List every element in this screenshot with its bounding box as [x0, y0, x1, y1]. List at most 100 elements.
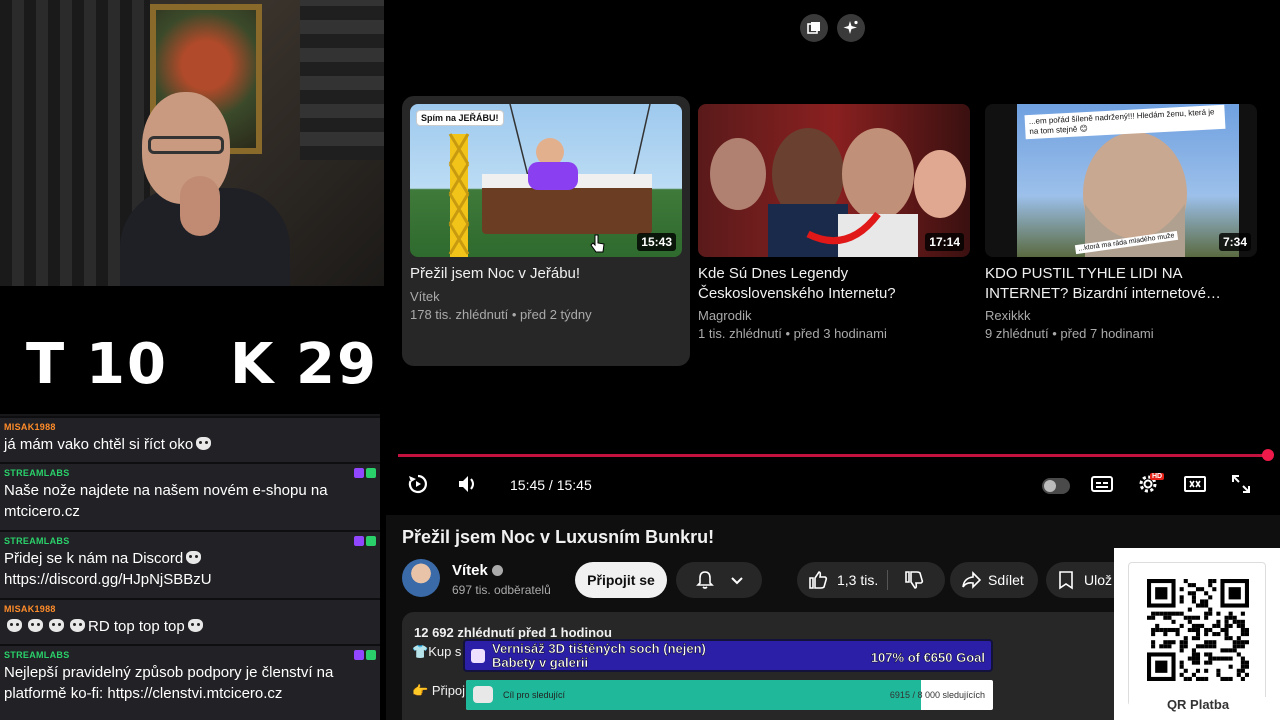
- end-card-thumbnail[interactable]: 17:14: [698, 104, 970, 257]
- chevron-down-icon: [731, 577, 743, 585]
- video-title: Přežil jsem Noc v Luxusním Bunkru!: [402, 527, 715, 547]
- emote-icon: [49, 619, 64, 632]
- qr-label: QR Platba: [1129, 697, 1267, 712]
- verified-badge-icon: [366, 650, 376, 660]
- duration-badge: 15:43: [637, 233, 676, 251]
- thumbs-down-icon[interactable]: [903, 569, 925, 591]
- view-stats: 12 692 zhlédnutí před 1 hodinou: [414, 625, 612, 640]
- follower-goal-bar: Cíl pro sledující 6915 / 8 000 sledující…: [466, 680, 993, 710]
- join-button[interactable]: Připojit se: [575, 562, 667, 598]
- pointer-cursor-icon: [590, 234, 605, 253]
- chat-username: MISAK1988: [4, 604, 56, 614]
- volume-icon[interactable]: [456, 472, 480, 496]
- emote-icon: [28, 619, 43, 632]
- qr-payment-panel: QR Platba: [1114, 548, 1280, 720]
- chat-text: Nejlepší pravidelný způsob podpory je čl…: [4, 664, 334, 702]
- sparkle-icon[interactable]: [837, 14, 865, 42]
- hd-badge: HD: [1150, 473, 1165, 480]
- fullscreen-icon[interactable]: [1229, 472, 1253, 496]
- chat-message: MISAK1988 já mám vako chtěl si říct oko: [0, 416, 380, 462]
- end-card-channel[interactable]: Vítek: [410, 289, 440, 304]
- chat-text: Naše nože najdete na našem novém e-shopu…: [4, 482, 328, 520]
- replay-icon[interactable]: [406, 472, 430, 496]
- goal-progress: 6915 / 8 000 sledujících: [889, 690, 985, 700]
- chat-link[interactable]: https://discord.gg/HJpNjSBBzU: [4, 571, 212, 588]
- verified-badge-icon: [366, 468, 376, 478]
- end-card-meta: 9 zhlédnutí • před 7 hodinami: [985, 326, 1154, 341]
- autoplay-toggle[interactable]: [1042, 478, 1070, 494]
- score-k-value: 29: [296, 332, 378, 397]
- end-card-title[interactable]: Kde Sú Dnes Legendy Československého Int…: [698, 264, 974, 304]
- emote-icon: [186, 551, 202, 564]
- heart-icon: [473, 686, 493, 703]
- duration-badge: 17:14: [925, 233, 964, 251]
- like-button[interactable]: 1,3 tis.: [807, 569, 878, 591]
- score-t-value: 10: [86, 332, 168, 397]
- divider: [887, 570, 888, 590]
- share-icon: [962, 571, 982, 589]
- scrubber-handle[interactable]: [1262, 449, 1274, 461]
- bell-icon: [696, 571, 714, 589]
- description-line: 👉 Připoj: [412, 683, 466, 698]
- webcam-feed: [0, 0, 384, 286]
- goal-title-2: Babety v galerii: [492, 655, 589, 670]
- duration-badge: 7:34: [1218, 233, 1251, 251]
- bookmark-icon: [1059, 571, 1073, 590]
- chat-text: RD top top top: [88, 618, 185, 635]
- chat-username: STREAMLABS: [4, 536, 70, 546]
- thumbnail-caption: Spím na JEŘÁBU!: [416, 110, 504, 126]
- mod-badge-icon: [354, 650, 364, 660]
- tshirt-icon: 👕: [412, 644, 429, 659]
- like-dislike-group: 1,3 tis.: [797, 562, 945, 598]
- chat-username: MISAK1988: [4, 422, 56, 432]
- mod-badge-icon: [354, 536, 364, 546]
- theater-mode-icon[interactable]: [1183, 472, 1207, 496]
- video-player[interactable]: Spím na JEŘÁBU! 15:43 Přežil jsem Noc v …: [386, 0, 1280, 515]
- chat-message: STREAMLABS Nejlepší pravidelný způsob po…: [0, 644, 380, 720]
- end-card-channel[interactable]: Magrodik: [698, 308, 751, 323]
- chat-username: STREAMLABS: [4, 468, 70, 478]
- notifications-button[interactable]: [676, 562, 762, 598]
- channel-name[interactable]: Vítek: [452, 562, 504, 579]
- settings-button[interactable]: HD: [1136, 472, 1165, 501]
- time-display: 15:45 / 15:45: [510, 477, 592, 493]
- end-card-title[interactable]: KDO PUSTIL TYHLE LIDI NA INTERNET? Bizar…: [985, 264, 1261, 304]
- donation-goal-bar: Vernisáž 3D tištěných soch (nejen) Babety…: [463, 639, 993, 672]
- thumbs-up-icon: [809, 571, 828, 589]
- streamer-image: [120, 80, 290, 286]
- chat-message: STREAMLABS Naše nože najdete na našem no…: [0, 462, 380, 530]
- save-label: Ulož: [1084, 572, 1113, 588]
- emote-icon: [70, 619, 85, 632]
- end-card-thumbnail[interactable]: ...em pořád šíleně nadržený!!! Hledám že…: [985, 104, 1257, 257]
- qr-code: [1147, 579, 1249, 681]
- gift-icon: [471, 649, 485, 663]
- pointing-hand-icon: 👉: [412, 683, 432, 698]
- subscriber-count: 697 tis. odběratelů: [452, 583, 551, 597]
- share-button[interactable]: Sdílet: [950, 562, 1038, 598]
- goal-progress: 107% of €650 Goal: [870, 650, 986, 665]
- end-card-meta: 1 tis. zhlédnutí • před 3 hodinami: [698, 326, 887, 341]
- scoreboard: T 10 K 29: [0, 288, 380, 408]
- end-card-title[interactable]: Přežil jsem Noc v Jeřábu!: [410, 264, 686, 284]
- chat-message: MISAK1988 RD top top top: [0, 598, 380, 644]
- score-t-label: T: [26, 332, 67, 397]
- miniplayer-icon[interactable]: [800, 14, 828, 42]
- chat-text: já mám vako chtěl si říct oko: [4, 436, 194, 453]
- emote-icon: [187, 619, 203, 632]
- score-k-label: K: [230, 332, 276, 397]
- end-card-meta: 178 tis. zhlédnutí • před 2 týdny: [410, 307, 592, 322]
- description-line: 👕Kup s: [412, 644, 462, 659]
- progress-bar[interactable]: [398, 454, 1268, 457]
- end-card-channel[interactable]: Rexikkk: [985, 308, 1031, 323]
- chat-username: STREAMLABS: [4, 650, 70, 660]
- verified-badge-icon: [366, 536, 376, 546]
- end-card[interactable]: Spím na JEŘÁBU! 15:43 Přežil jsem Noc v …: [402, 96, 690, 366]
- mod-badge-icon: [354, 468, 364, 478]
- emote-icon: [196, 437, 212, 450]
- stream-overlay: T 10 K 29 MISAK1988 já mám vako chtěl si…: [0, 0, 386, 720]
- subtitles-icon[interactable]: [1090, 472, 1114, 496]
- goal-title: Cíl pro sledující: [503, 690, 566, 700]
- channel-avatar[interactable]: [402, 559, 440, 597]
- emote-icon: [7, 619, 22, 632]
- end-card-thumbnail[interactable]: Spím na JEŘÁBU! 15:43: [410, 104, 682, 257]
